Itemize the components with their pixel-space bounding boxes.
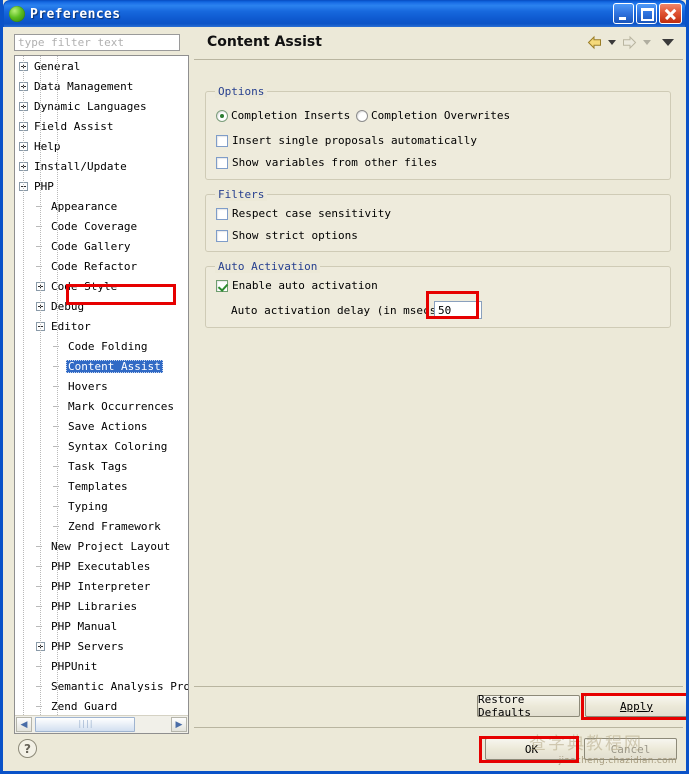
tree-item-label: Hovers [68, 379, 108, 393]
tree-item-label: PHP Manual [51, 619, 118, 633]
filter-row [6, 27, 189, 55]
scroll-right-arrow-icon[interactable]: ▶ [171, 717, 187, 732]
strict-options-label: Show strict options [232, 229, 358, 242]
radio-completion-inserts[interactable]: Completion Inserts [216, 109, 350, 122]
radio-completion-overwrites[interactable]: Completion Overwrites [356, 109, 510, 122]
tree-item-label: Appearance [51, 199, 118, 213]
page-header: Content Assist [194, 27, 683, 60]
tree-item-label: Content Assist [66, 359, 163, 373]
tree-item-label: Typing [68, 499, 108, 513]
watermark-url: jiaocheng.chazidian.com [558, 756, 677, 766]
back-history-chevron-down-icon[interactable] [608, 40, 616, 45]
tree-guide-line [57, 56, 58, 715]
strict-options-checkbox-indicator[interactable] [216, 229, 228, 242]
enable-auto-activation-checkbox-indicator[interactable] [216, 279, 228, 292]
window-controls [613, 3, 682, 24]
auto-activation-delay-input[interactable] [434, 301, 482, 319]
respect-case-checkbox-indicator[interactable] [216, 207, 228, 220]
tree-item-label: New Project Layout [51, 539, 171, 553]
tree-item-label: Code Coverage [51, 219, 138, 233]
back-arrow-icon[interactable] [586, 35, 603, 50]
insert-single-checkbox-indicator[interactable] [216, 134, 228, 147]
tree-item-label: PHP [34, 179, 54, 193]
window-title: Preferences [30, 6, 121, 22]
scroll-left-arrow-icon[interactable]: ◀ [16, 717, 32, 732]
respect-case-label: Respect case sensitivity [232, 207, 391, 220]
show-variables-label: Show variables from other files [232, 156, 438, 169]
tree-item-label: Mark Occurrences [68, 399, 174, 413]
checkbox-respect-case-sensitivity[interactable]: Respect case sensitivity [216, 207, 391, 220]
filters-group: Filters Respect case sensitivity Show st… [205, 188, 671, 252]
preferences-window: Preferences GeneralData ManagementDynami… [0, 0, 689, 774]
radio-inserts-indicator[interactable] [216, 109, 228, 122]
tree-item-label: PHP Interpreter [51, 579, 151, 593]
close-button[interactable] [659, 3, 682, 24]
dialog-body: GeneralData ManagementDynamic LanguagesF… [6, 27, 686, 768]
options-group: Options Completion Inserts Completion Ov… [205, 85, 671, 180]
eclipse-globe-icon [9, 6, 25, 22]
tree-horizontal-scrollbar[interactable]: ◀ ▶ [15, 715, 188, 733]
radio-inserts-label: Completion Inserts [231, 109, 351, 122]
tree-guide-line [40, 56, 41, 715]
tree-item-label: Field Assist [34, 119, 114, 133]
footer-divider-top [194, 686, 683, 687]
checkbox-show-variables[interactable]: Show variables from other files [216, 156, 437, 169]
options-group-title: Options [215, 85, 268, 98]
tree-item-label: Task Tags [68, 459, 128, 473]
radio-overwrites-indicator[interactable] [356, 109, 368, 122]
tree-item-label: Save Actions [68, 419, 148, 433]
tree-item-label: Dynamic Languages [34, 99, 147, 113]
tree-item-label: Debug [51, 299, 85, 313]
checkbox-show-strict-options[interactable]: Show strict options [216, 229, 358, 242]
apply-button[interactable]: Apply [585, 695, 686, 717]
enable-auto-activation-label: Enable auto activation [232, 279, 378, 292]
tree-item-label: Editor [51, 319, 91, 333]
tree-item-label: Zend Guard [51, 699, 118, 713]
apply-label: Apply [619, 699, 654, 713]
preference-page: Content Assist Options Completion Insert… [194, 27, 686, 768]
restore-defaults-label: Restore Defaults [478, 693, 531, 719]
page-title: Content Assist [207, 34, 322, 50]
tree-item-label: Code Folding [68, 339, 148, 353]
auto-activation-delay-row: Auto activation delay (in msecs) [231, 304, 443, 317]
tree-item-label: Code Refactor [51, 259, 138, 273]
tree-guide-line [23, 56, 24, 715]
radio-overwrites-label: Completion Overwrites [371, 109, 511, 122]
forward-arrow-icon [623, 35, 637, 50]
minimize-button[interactable] [613, 3, 634, 24]
window-titlebar: Preferences [3, 0, 686, 27]
tree-item-label: Data Management [34, 79, 134, 93]
auto-activation-group: Auto Activation Enable auto activation A… [205, 260, 671, 328]
preferences-tree[interactable]: GeneralData ManagementDynamic LanguagesF… [14, 55, 189, 734]
auto-activation-group-title: Auto Activation [215, 260, 321, 273]
watermark-chinese: 查字典教程网 [529, 734, 643, 754]
tree-item-label: PHP Servers [51, 639, 124, 653]
checkbox-enable-auto-activation[interactable]: Enable auto activation [216, 279, 378, 292]
tree-item-label: PHP Libraries [51, 599, 138, 613]
scrollbar-thumb[interactable] [35, 717, 135, 732]
page-nav-icons [586, 35, 677, 50]
tree-item-label: Templates [68, 479, 128, 493]
footer-divider-bottom [194, 727, 683, 728]
help-question-mark-icon[interactable]: ? [18, 739, 37, 758]
filters-group-title: Filters [215, 188, 268, 201]
tree-item-label: Install/Update [34, 159, 127, 173]
maximize-button[interactable] [636, 3, 657, 24]
auto-activation-delay-label: Auto activation delay (in msecs) [231, 304, 443, 317]
restore-defaults-button[interactable]: Restore Defaults [477, 693, 580, 719]
insert-single-label: Insert single proposals automatically [232, 134, 478, 147]
forward-history-chevron-down-icon [643, 40, 651, 45]
show-variables-checkbox-indicator[interactable] [216, 156, 228, 169]
tree-item-label: Code Style [51, 279, 118, 293]
checkbox-insert-single-proposals[interactable]: Insert single proposals automatically [216, 134, 477, 147]
tree-item-label: PHP Executables [51, 559, 151, 573]
tree-item-label: Code Gallery [51, 239, 131, 253]
tree-item-label: Zend Framework [68, 519, 161, 533]
tree-scroll-area: GeneralData ManagementDynamic LanguagesF… [15, 56, 188, 715]
page-menu-chevron-down-icon[interactable] [662, 39, 674, 46]
tree-item-label: Syntax Coloring [68, 439, 168, 453]
tree-item-label: Semantic Analysis Pro [51, 679, 188, 693]
search-input[interactable] [14, 34, 180, 51]
